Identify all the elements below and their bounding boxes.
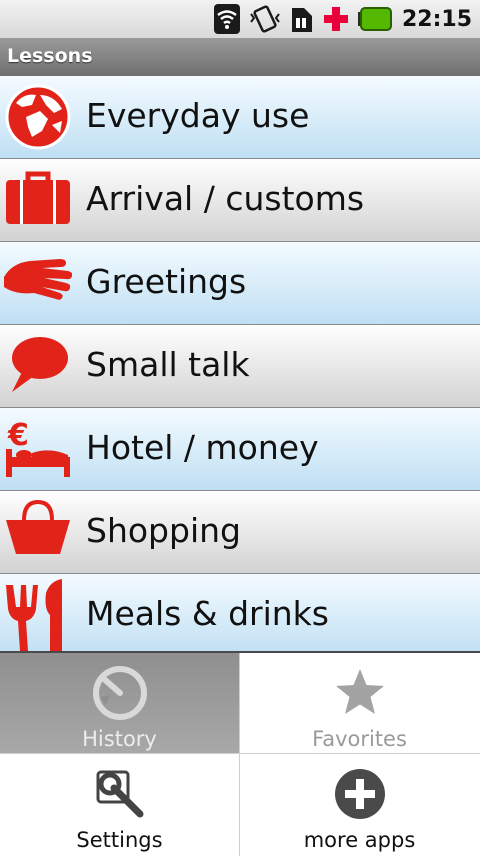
more-apps-label: more apps xyxy=(303,828,416,852)
sim-icon xyxy=(291,8,312,32)
lesson-list: Everyday use Arrival / customs Greetings… xyxy=(0,76,480,657)
star-icon xyxy=(335,669,384,714)
lesson-label: Meals & drinks xyxy=(86,594,329,633)
lesson-label: Shopping xyxy=(86,511,241,550)
lesson-item-hotel-money[interactable]: € Hotel / money xyxy=(0,408,480,491)
status-icons: 22:15 xyxy=(213,4,472,34)
menu-divider-vertical xyxy=(239,653,240,856)
history-label: History xyxy=(82,727,157,751)
lesson-label: Hotel / money xyxy=(86,428,319,467)
lesson-item-small-talk[interactable]: Small talk xyxy=(0,325,480,408)
wifi-icon xyxy=(213,4,240,34)
settings-label: Settings xyxy=(76,828,163,852)
page-title: Lessons xyxy=(7,45,93,67)
more-apps-menu-item[interactable]: more apps xyxy=(240,754,479,854)
favorites-label: Favorites xyxy=(312,727,407,751)
hand-icon xyxy=(4,259,73,300)
lesson-label: Small talk xyxy=(86,345,250,384)
options-menu: History Favorites Settings more apps xyxy=(0,651,480,856)
title-bar: Lessons xyxy=(0,38,480,76)
plus-circle-icon xyxy=(334,769,385,819)
lesson-item-greetings[interactable]: Greetings xyxy=(0,242,480,325)
vibrate-icon xyxy=(250,5,280,33)
lesson-item-shopping[interactable]: Shopping xyxy=(0,491,480,574)
favorites-menu-item[interactable]: Favorites xyxy=(240,653,479,753)
lesson-item-arrival-customs[interactable]: Arrival / customs xyxy=(0,159,480,242)
suitcase-icon xyxy=(6,171,70,224)
fork-knife-icon xyxy=(6,579,62,651)
wrench-icon xyxy=(96,770,143,818)
speech-bubble-icon xyxy=(12,337,68,392)
history-menu-item[interactable]: History xyxy=(0,653,239,753)
status-bar: 22:15 xyxy=(0,0,480,39)
lesson-item-everyday-use[interactable]: Everyday use xyxy=(0,76,480,159)
lesson-label: Arrival / customs xyxy=(86,179,365,218)
shopping-basket-icon xyxy=(6,499,70,554)
globe-icon xyxy=(5,84,71,150)
medical-cross-icon xyxy=(323,7,348,31)
battery-icon xyxy=(357,7,392,31)
lesson-label: Greetings xyxy=(86,262,247,301)
lesson-item-meals-drinks[interactable]: Meals & drinks xyxy=(0,574,480,657)
lesson-label: Everyday use xyxy=(86,96,310,135)
clock: 22:15 xyxy=(401,6,472,32)
svg-text:€: € xyxy=(7,418,29,453)
history-icon xyxy=(92,666,147,720)
hotel-euro-icon: € xyxy=(6,418,70,477)
settings-menu-item[interactable]: Settings xyxy=(0,754,239,854)
menu-divider-horizontal xyxy=(0,753,480,754)
